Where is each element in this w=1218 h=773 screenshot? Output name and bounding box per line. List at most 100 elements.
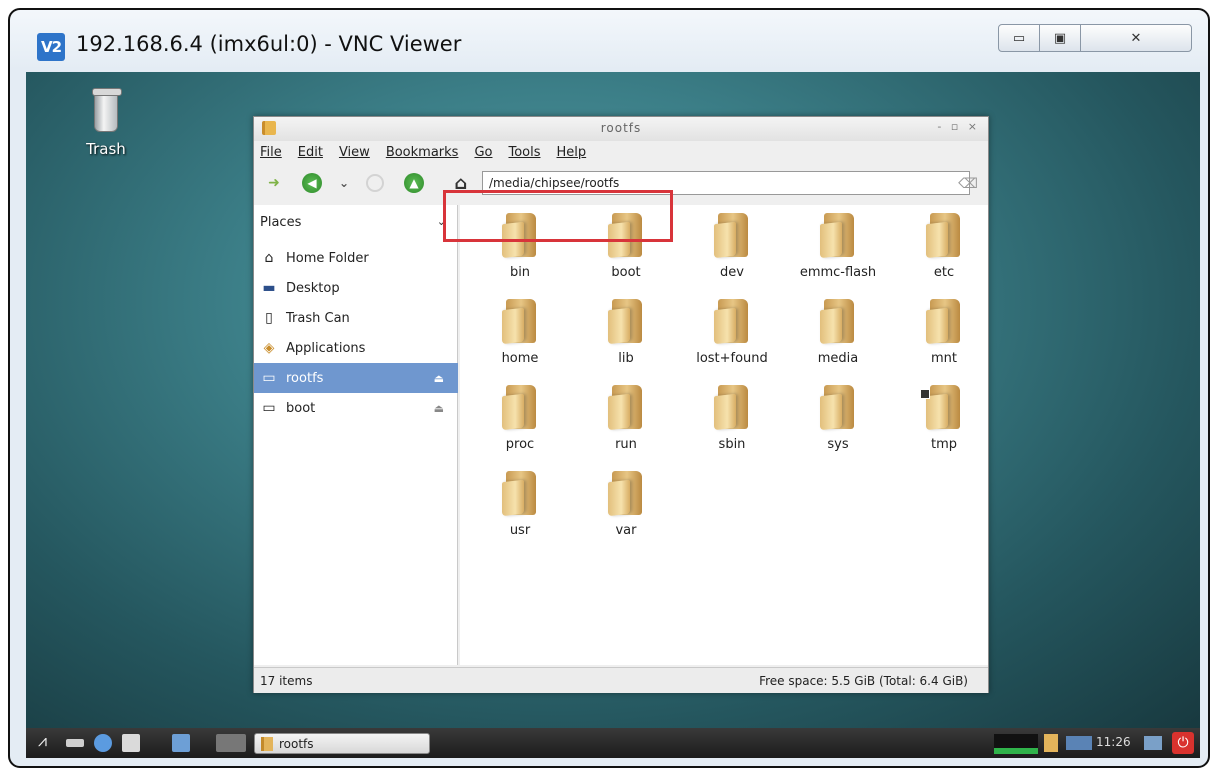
network-icon[interactable] (1066, 736, 1092, 750)
folder-view[interactable]: bin boot dev emmc-flash etc home lib los… (460, 205, 988, 665)
folder-icon (502, 385, 538, 431)
folder-item[interactable]: boot (576, 213, 676, 280)
menu-bookmarks[interactable]: Bookmarks (386, 145, 459, 160)
folder-item[interactable]: run (576, 385, 676, 452)
folder-item[interactable]: etc (894, 213, 994, 280)
folder-icon (820, 299, 856, 345)
folder-item[interactable]: sbin (682, 385, 782, 452)
folder-icon (608, 385, 644, 431)
workspace-pager[interactable] (216, 734, 246, 752)
folder-item[interactable]: dev (682, 213, 782, 280)
terminal-icon[interactable] (122, 734, 140, 752)
folder-label: lib (618, 351, 634, 366)
places-sidebar: Places ⌄ ⌂ Home Folder ▬ Desktop ▯ Trash… (254, 205, 458, 665)
sidebar-item-label: Home Folder (286, 250, 369, 266)
menu-file[interactable]: File (260, 145, 282, 160)
folder-item[interactable]: home (470, 299, 570, 366)
places-header[interactable]: Places ⌄ (260, 215, 450, 235)
browser-icon[interactable] (94, 734, 112, 752)
location-bar[interactable] (482, 171, 970, 195)
drive-icon: ▭ (262, 400, 276, 416)
folder-item[interactable]: bin (470, 213, 570, 280)
folder-label: run (615, 437, 637, 452)
folder-label: sbin (718, 437, 746, 452)
taskbar-task-rootfs[interactable]: rootfs (254, 733, 430, 754)
sidebar-item-applications[interactable]: ◈ Applications (254, 333, 458, 363)
desktop-switch-icon[interactable] (172, 734, 190, 752)
sidebar-item-label: Desktop (286, 280, 340, 296)
trash-icon: ▯ (265, 310, 273, 326)
drive-icon: ▭ (262, 370, 276, 386)
folder-label: dev (720, 265, 744, 280)
chevron-down-icon[interactable]: ⌄ (437, 215, 446, 228)
sidebar-item-rootfs[interactable]: ▭ rootfs ⏏ (254, 363, 458, 393)
stop-button[interactable] (366, 174, 384, 192)
close-button[interactable]: ✕ (1080, 24, 1192, 52)
desktop-trash[interactable]: Trash (66, 88, 146, 158)
vnc-logo-icon: V2 (37, 33, 65, 61)
menu-view[interactable]: View (339, 145, 370, 160)
folder-icon (608, 299, 644, 345)
folder-item[interactable]: var (576, 471, 676, 538)
folder-label: home (501, 351, 539, 366)
maximize-button[interactable]: ▣ (1039, 24, 1081, 52)
taskbar-task-label: rootfs (279, 736, 314, 751)
eject-icon[interactable]: ⏏ (434, 372, 444, 385)
menu-go[interactable]: Go (474, 145, 492, 160)
file-manager-title: rootfs (600, 121, 642, 135)
menu-edit[interactable]: Edit (298, 145, 323, 160)
menu-tools[interactable]: Tools (508, 145, 540, 160)
folder-item[interactable]: sys (788, 385, 888, 452)
folder-item[interactable]: media (788, 299, 888, 366)
remote-desktop[interactable]: Trash rootfs - ▫ × File Edit View Bookma… (26, 72, 1200, 728)
folder-icon (714, 213, 750, 259)
folder-item[interactable]: usr (470, 471, 570, 538)
clear-location-icon[interactable]: ⌫ (958, 176, 978, 192)
launcher-icon[interactable] (66, 739, 84, 747)
clock[interactable]: 11:26 (1096, 735, 1131, 749)
sidebar-item-boot[interactable]: ▭ boot ⏏ (254, 393, 458, 423)
file-manager-titlebar[interactable]: rootfs - ▫ × (254, 117, 988, 141)
folder-label: sys (827, 437, 849, 452)
folder-item[interactable]: tmp (894, 385, 994, 452)
folder-icon (714, 385, 750, 431)
folder-label: boot (611, 265, 641, 280)
eject-icon[interactable]: ⏏ (434, 402, 444, 415)
menu-help[interactable]: Help (557, 145, 587, 160)
history-dropdown-button[interactable]: ⌄ (334, 173, 354, 193)
home-icon[interactable]: ⌂ (450, 172, 472, 194)
minimize-button[interactable]: ▭ (998, 24, 1040, 52)
folder-icon[interactable] (1044, 734, 1058, 752)
sidebar-item-trash-can[interactable]: ▯ Trash Can (254, 303, 458, 333)
applications-icon: ◈ (263, 340, 275, 356)
cpu-monitor-icon (994, 734, 1038, 754)
navigation-toolbar: ➜ ◀ ⌄ ▲ ⌂ ⌫ (254, 163, 988, 203)
vnc-titlebar[interactable]: V2 192.168.6.4 (imx6ul:0) - VNC Viewer ▭… (10, 10, 1208, 80)
up-button[interactable]: ▲ (404, 173, 424, 193)
folder-label: lost+found (696, 351, 768, 366)
folder-icon (261, 736, 273, 751)
sidebar-item-desktop[interactable]: ▬ Desktop (254, 273, 458, 303)
forward-arrow-icon[interactable]: ➜ (264, 173, 284, 193)
folder-icon (820, 213, 856, 259)
free-space: Free space: 5.5 GiB (Total: 6.4 GiB) (759, 674, 968, 688)
folder-item[interactable]: emmc-flash (788, 213, 888, 280)
folder-icon (502, 299, 538, 345)
folder-item[interactable]: lib (576, 299, 676, 366)
folder-item[interactable]: lost+found (682, 299, 782, 366)
folder-item[interactable]: mnt (894, 299, 994, 366)
home-icon: ⌂ (264, 250, 274, 266)
volume-icon[interactable] (1144, 736, 1162, 750)
sidebar-item-home-folder[interactable]: ⌂ Home Folder (254, 243, 458, 273)
folder-icon (502, 213, 538, 259)
power-icon[interactable]: ⏻ (1172, 732, 1194, 754)
folder-icon (608, 213, 644, 259)
file-manager-window: rootfs - ▫ × File Edit View Bookmarks Go… (253, 116, 989, 693)
item-count: 17 items (260, 674, 313, 688)
folder-item[interactable]: proc (470, 385, 570, 452)
back-button[interactable]: ◀ (302, 173, 322, 193)
folder-icon (714, 299, 750, 345)
window-controls[interactable]: - ▫ × (937, 120, 980, 133)
folder-icon (502, 471, 538, 517)
start-menu-icon[interactable]: ⩘ (38, 731, 56, 750)
